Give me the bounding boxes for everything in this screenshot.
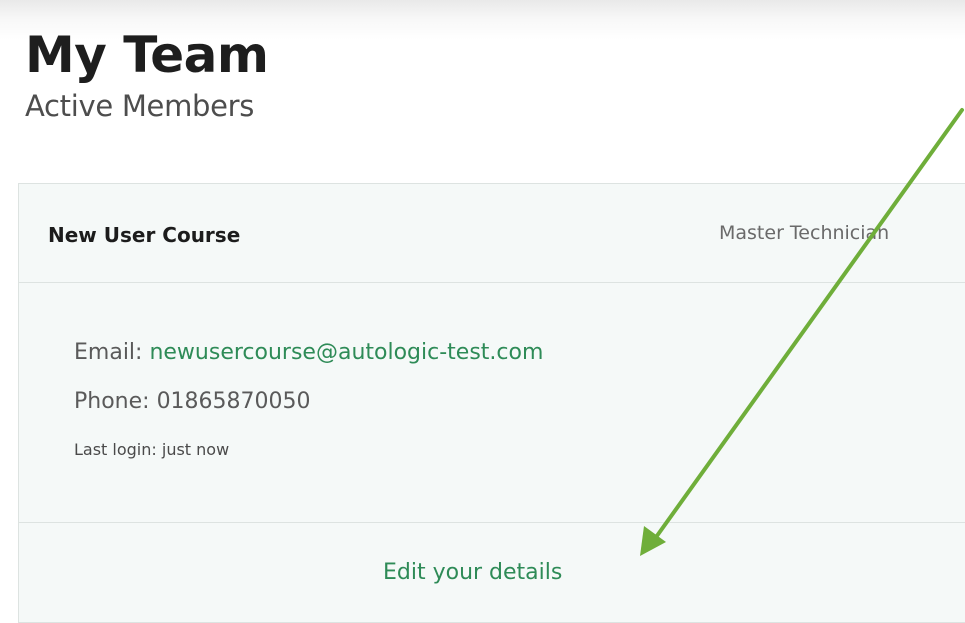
phone-row: Phone: 01865870050 [74,389,311,414]
page-subtitle: Active Members [25,89,255,123]
edit-details-link[interactable]: Edit your details [383,560,562,585]
page-header: My Team Active Members [25,22,269,124]
member-role: Master Technician [719,222,890,244]
member-name: New User Course [48,223,241,247]
last-login-value: just now [161,440,230,459]
phone-value: 01865870050 [156,389,311,414]
email-row: Email: newusercourse@autologic-test.com [74,340,543,365]
member-card-header: New User Course Master Technician [19,184,965,283]
email-label: Email: [74,340,150,365]
phone-label: Phone: [74,389,157,414]
email-link[interactable]: newusercourse@autologic-test.com [149,340,543,365]
page-title: My Team [25,26,269,84]
member-card: New User Course Master Technician Email:… [18,183,965,623]
member-card-body: Email: newusercourse@autologic-test.com … [19,283,965,523]
last-login-label: Last login: [74,440,162,459]
member-card-footer: Edit your details [19,523,965,623]
last-login-row: Last login: just now [74,440,229,459]
